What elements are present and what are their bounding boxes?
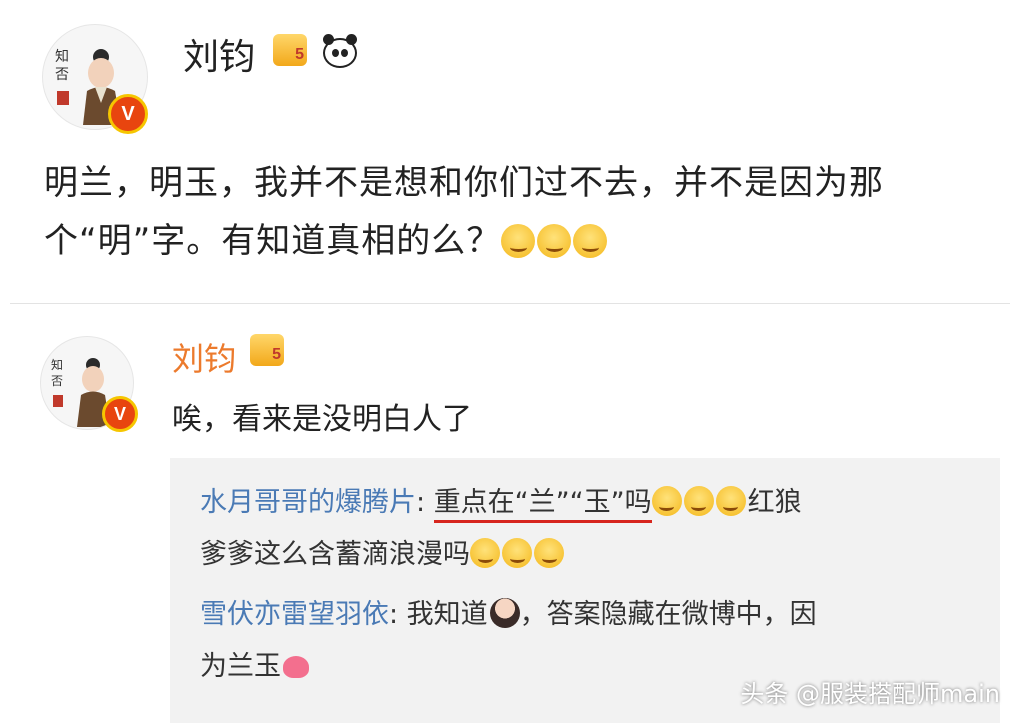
crown-level-icon: 5 — [250, 334, 284, 366]
girl-emoji-icon — [489, 598, 520, 628]
reply-author-name[interactable]: 刘钧 — [172, 334, 236, 380]
smile-emoji-icon — [501, 224, 536, 258]
reply-text: 唉，看来是没明白人了 — [172, 402, 472, 437]
post-text-line-2: 个“明”字。有知道真相的么？ — [44, 212, 609, 270]
heart-emoji-icon — [283, 656, 309, 678]
svg-text:知: 知 — [55, 48, 69, 65]
sub-comment-1-text-tail: 红狼 — [747, 487, 802, 518]
sub-comment-2-text-b: ，答案隐藏在微博中，因 — [519, 599, 817, 630]
crown-level-number: 5 — [272, 346, 281, 363]
panda-icon — [323, 34, 357, 68]
post-author-name[interactable]: 刘钧 — [183, 28, 255, 80]
svg-text:否: 否 — [55, 67, 69, 83]
sub-comment-2-line-2: 为兰玉 — [200, 642, 309, 692]
sub-comment-2-line-1: 雪伏亦雷望羽依: 我知道 ，答案隐藏在微博中，因 — [200, 590, 817, 640]
svg-text:知: 知 — [51, 358, 63, 372]
verified-badge-icon: V — [102, 396, 138, 432]
svg-text:否: 否 — [51, 374, 63, 388]
section-divider — [10, 303, 1010, 304]
sub-comment-1-underlined-text: 重点在“兰”“玉”吗 — [433, 487, 652, 523]
smile-emoji-icon — [470, 538, 500, 568]
sub-comment-2-username[interactable]: 雪伏亦雷望羽依 — [200, 599, 389, 630]
sub-comment-2-line-2-text: 为兰玉 — [200, 651, 281, 682]
sub-comment-1-separator: : — [416, 487, 434, 518]
sub-comment-1-line-2-text: 爹爹这么含蓄滴浪漫吗 — [200, 539, 470, 570]
verified-badge-icon: V — [108, 94, 148, 134]
smile-emoji-icon — [683, 486, 714, 516]
smile-emoji-icon — [534, 538, 564, 568]
smile-emoji-icon — [715, 486, 746, 516]
sub-comment-1-line-2: 爹爹这么含蓄滴浪漫吗 — [200, 530, 566, 580]
crown-level-number: 5 — [295, 46, 304, 63]
sub-comment-1-line-1: 水月哥哥的爆腾片: 重点在“兰”“玉”吗 红狼 — [200, 478, 802, 528]
smile-emoji-icon — [651, 486, 682, 516]
watermark: 头条 @服装搭配师main — [740, 680, 1000, 708]
post-text-line-2-content: 个“明”字。有知道真相的么？ — [44, 221, 502, 261]
smile-emoji-icon — [573, 224, 608, 258]
crown-level-icon: 5 — [273, 34, 307, 66]
sub-comment-1-username[interactable]: 水月哥哥的爆腾片 — [200, 487, 416, 518]
post-text-line-1: 明兰，明玉，我并不是想和你们过不去，并不是因为那 — [44, 163, 884, 203]
sub-comment-2-text-a: : 我知道 — [389, 599, 488, 630]
smile-emoji-icon — [502, 538, 532, 568]
smile-emoji-icon — [537, 224, 572, 258]
